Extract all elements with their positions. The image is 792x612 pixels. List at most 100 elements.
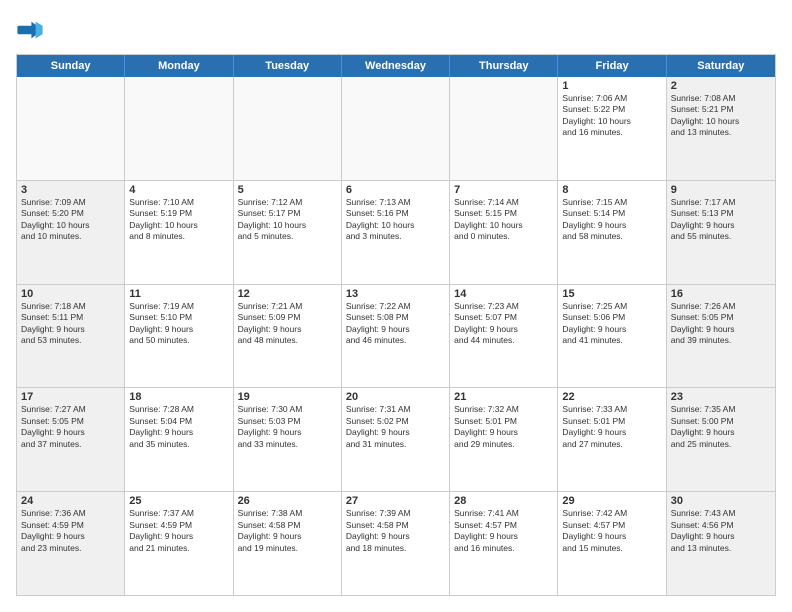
day-number: 20 bbox=[346, 391, 445, 403]
calendar-cell-12: 12Sunrise: 7:21 AM Sunset: 5:09 PM Dayli… bbox=[234, 285, 342, 388]
day-number: 19 bbox=[238, 391, 337, 403]
calendar-cell-empty bbox=[450, 77, 558, 180]
day-number: 27 bbox=[346, 495, 445, 507]
header bbox=[16, 16, 776, 44]
day-number: 14 bbox=[454, 288, 553, 300]
weekday-header-monday: Monday bbox=[125, 55, 233, 77]
calendar-cell-20: 20Sunrise: 7:31 AM Sunset: 5:02 PM Dayli… bbox=[342, 388, 450, 491]
calendar-cell-16: 16Sunrise: 7:26 AM Sunset: 5:05 PM Dayli… bbox=[667, 285, 775, 388]
weekday-header-thursday: Thursday bbox=[450, 55, 558, 77]
day-info: Sunrise: 7:41 AM Sunset: 4:57 PM Dayligh… bbox=[454, 508, 553, 554]
calendar-cell-29: 29Sunrise: 7:42 AM Sunset: 4:57 PM Dayli… bbox=[558, 492, 666, 595]
day-info: Sunrise: 7:36 AM Sunset: 4:59 PM Dayligh… bbox=[21, 508, 120, 554]
day-number: 29 bbox=[562, 495, 661, 507]
day-info: Sunrise: 7:26 AM Sunset: 5:05 PM Dayligh… bbox=[671, 301, 771, 347]
day-number: 10 bbox=[21, 288, 120, 300]
calendar-row-0: 1Sunrise: 7:06 AM Sunset: 5:22 PM Daylig… bbox=[17, 77, 775, 180]
day-number: 26 bbox=[238, 495, 337, 507]
day-info: Sunrise: 7:37 AM Sunset: 4:59 PM Dayligh… bbox=[129, 508, 228, 554]
day-number: 4 bbox=[129, 184, 228, 196]
day-number: 30 bbox=[671, 495, 771, 507]
calendar-body: 1Sunrise: 7:06 AM Sunset: 5:22 PM Daylig… bbox=[17, 77, 775, 595]
calendar-row-4: 24Sunrise: 7:36 AM Sunset: 4:59 PM Dayli… bbox=[17, 491, 775, 595]
day-number: 13 bbox=[346, 288, 445, 300]
day-number: 7 bbox=[454, 184, 553, 196]
day-number: 21 bbox=[454, 391, 553, 403]
calendar-cell-25: 25Sunrise: 7:37 AM Sunset: 4:59 PM Dayli… bbox=[125, 492, 233, 595]
calendar-cell-5: 5Sunrise: 7:12 AM Sunset: 5:17 PM Daylig… bbox=[234, 181, 342, 284]
calendar-cell-6: 6Sunrise: 7:13 AM Sunset: 5:16 PM Daylig… bbox=[342, 181, 450, 284]
day-info: Sunrise: 7:12 AM Sunset: 5:17 PM Dayligh… bbox=[238, 197, 337, 243]
day-info: Sunrise: 7:08 AM Sunset: 5:21 PM Dayligh… bbox=[671, 93, 771, 139]
calendar-header: SundayMondayTuesdayWednesdayThursdayFrid… bbox=[17, 55, 775, 77]
day-number: 1 bbox=[562, 80, 661, 92]
calendar-cell-13: 13Sunrise: 7:22 AM Sunset: 5:08 PM Dayli… bbox=[342, 285, 450, 388]
calendar-cell-2: 2Sunrise: 7:08 AM Sunset: 5:21 PM Daylig… bbox=[667, 77, 775, 180]
day-info: Sunrise: 7:38 AM Sunset: 4:58 PM Dayligh… bbox=[238, 508, 337, 554]
calendar-cell-23: 23Sunrise: 7:35 AM Sunset: 5:00 PM Dayli… bbox=[667, 388, 775, 491]
day-info: Sunrise: 7:22 AM Sunset: 5:08 PM Dayligh… bbox=[346, 301, 445, 347]
calendar-cell-22: 22Sunrise: 7:33 AM Sunset: 5:01 PM Dayli… bbox=[558, 388, 666, 491]
calendar-cell-empty bbox=[234, 77, 342, 180]
day-info: Sunrise: 7:17 AM Sunset: 5:13 PM Dayligh… bbox=[671, 197, 771, 243]
day-info: Sunrise: 7:18 AM Sunset: 5:11 PM Dayligh… bbox=[21, 301, 120, 347]
calendar-cell-11: 11Sunrise: 7:19 AM Sunset: 5:10 PM Dayli… bbox=[125, 285, 233, 388]
calendar-cell-19: 19Sunrise: 7:30 AM Sunset: 5:03 PM Dayli… bbox=[234, 388, 342, 491]
weekday-header-tuesday: Tuesday bbox=[234, 55, 342, 77]
calendar-cell-3: 3Sunrise: 7:09 AM Sunset: 5:20 PM Daylig… bbox=[17, 181, 125, 284]
calendar-cell-30: 30Sunrise: 7:43 AM Sunset: 4:56 PM Dayli… bbox=[667, 492, 775, 595]
day-info: Sunrise: 7:39 AM Sunset: 4:58 PM Dayligh… bbox=[346, 508, 445, 554]
day-number: 5 bbox=[238, 184, 337, 196]
day-info: Sunrise: 7:19 AM Sunset: 5:10 PM Dayligh… bbox=[129, 301, 228, 347]
calendar-cell-17: 17Sunrise: 7:27 AM Sunset: 5:05 PM Dayli… bbox=[17, 388, 125, 491]
calendar-cell-empty bbox=[342, 77, 450, 180]
calendar-cell-14: 14Sunrise: 7:23 AM Sunset: 5:07 PM Dayli… bbox=[450, 285, 558, 388]
day-info: Sunrise: 7:31 AM Sunset: 5:02 PM Dayligh… bbox=[346, 404, 445, 450]
logo-icon bbox=[16, 16, 44, 44]
day-info: Sunrise: 7:09 AM Sunset: 5:20 PM Dayligh… bbox=[21, 197, 120, 243]
calendar-cell-empty bbox=[125, 77, 233, 180]
calendar-row-3: 17Sunrise: 7:27 AM Sunset: 5:05 PM Dayli… bbox=[17, 387, 775, 491]
day-info: Sunrise: 7:32 AM Sunset: 5:01 PM Dayligh… bbox=[454, 404, 553, 450]
day-number: 28 bbox=[454, 495, 553, 507]
day-number: 15 bbox=[562, 288, 661, 300]
day-info: Sunrise: 7:23 AM Sunset: 5:07 PM Dayligh… bbox=[454, 301, 553, 347]
weekday-header-sunday: Sunday bbox=[17, 55, 125, 77]
day-info: Sunrise: 7:25 AM Sunset: 5:06 PM Dayligh… bbox=[562, 301, 661, 347]
day-number: 8 bbox=[562, 184, 661, 196]
day-info: Sunrise: 7:43 AM Sunset: 4:56 PM Dayligh… bbox=[671, 508, 771, 554]
day-number: 24 bbox=[21, 495, 120, 507]
day-number: 17 bbox=[21, 391, 120, 403]
day-number: 12 bbox=[238, 288, 337, 300]
weekday-header-wednesday: Wednesday bbox=[342, 55, 450, 77]
calendar-row-1: 3Sunrise: 7:09 AM Sunset: 5:20 PM Daylig… bbox=[17, 180, 775, 284]
day-number: 2 bbox=[671, 80, 771, 92]
calendar-cell-10: 10Sunrise: 7:18 AM Sunset: 5:11 PM Dayli… bbox=[17, 285, 125, 388]
day-info: Sunrise: 7:28 AM Sunset: 5:04 PM Dayligh… bbox=[129, 404, 228, 450]
calendar-cell-8: 8Sunrise: 7:15 AM Sunset: 5:14 PM Daylig… bbox=[558, 181, 666, 284]
day-number: 25 bbox=[129, 495, 228, 507]
day-number: 23 bbox=[671, 391, 771, 403]
calendar-cell-26: 26Sunrise: 7:38 AM Sunset: 4:58 PM Dayli… bbox=[234, 492, 342, 595]
calendar-cell-15: 15Sunrise: 7:25 AM Sunset: 5:06 PM Dayli… bbox=[558, 285, 666, 388]
page: SundayMondayTuesdayWednesdayThursdayFrid… bbox=[0, 0, 792, 612]
calendar-cell-4: 4Sunrise: 7:10 AM Sunset: 5:19 PM Daylig… bbox=[125, 181, 233, 284]
day-number: 6 bbox=[346, 184, 445, 196]
calendar-cell-7: 7Sunrise: 7:14 AM Sunset: 5:15 PM Daylig… bbox=[450, 181, 558, 284]
logo bbox=[16, 16, 48, 44]
day-info: Sunrise: 7:42 AM Sunset: 4:57 PM Dayligh… bbox=[562, 508, 661, 554]
day-number: 3 bbox=[21, 184, 120, 196]
calendar-cell-27: 27Sunrise: 7:39 AM Sunset: 4:58 PM Dayli… bbox=[342, 492, 450, 595]
day-info: Sunrise: 7:06 AM Sunset: 5:22 PM Dayligh… bbox=[562, 93, 661, 139]
day-info: Sunrise: 7:33 AM Sunset: 5:01 PM Dayligh… bbox=[562, 404, 661, 450]
calendar-cell-28: 28Sunrise: 7:41 AM Sunset: 4:57 PM Dayli… bbox=[450, 492, 558, 595]
calendar: SundayMondayTuesdayWednesdayThursdayFrid… bbox=[16, 54, 776, 596]
day-number: 18 bbox=[129, 391, 228, 403]
day-info: Sunrise: 7:35 AM Sunset: 5:00 PM Dayligh… bbox=[671, 404, 771, 450]
day-number: 9 bbox=[671, 184, 771, 196]
calendar-cell-1: 1Sunrise: 7:06 AM Sunset: 5:22 PM Daylig… bbox=[558, 77, 666, 180]
calendar-cell-9: 9Sunrise: 7:17 AM Sunset: 5:13 PM Daylig… bbox=[667, 181, 775, 284]
day-number: 11 bbox=[129, 288, 228, 300]
calendar-cell-empty bbox=[17, 77, 125, 180]
calendar-cell-18: 18Sunrise: 7:28 AM Sunset: 5:04 PM Dayli… bbox=[125, 388, 233, 491]
